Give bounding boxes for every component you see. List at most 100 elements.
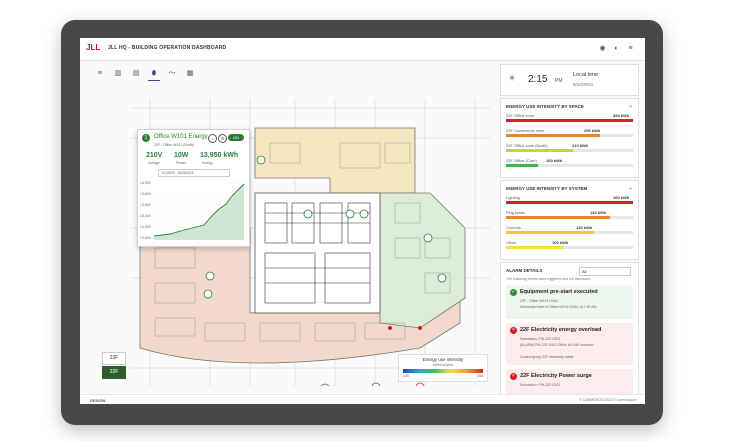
- local-time-label: Local time: [573, 72, 599, 78]
- alarm-filter-select[interactable]: All: [579, 267, 631, 276]
- alarm-line: Substation: PW-22F-0302: [520, 337, 561, 341]
- alarm-item[interactable]: × 22F Electricity Power surge Substation…: [506, 369, 633, 395]
- bar-value: 100 kWh: [552, 240, 569, 245]
- date-range-select[interactable]: 1/1/2023 - 9/20/2023: [158, 169, 230, 177]
- legend-min: 100: [403, 374, 409, 378]
- bar-label: Lighting: [506, 195, 521, 200]
- bar-fill: [506, 119, 633, 122]
- alarm-line: [ALARM] PW-22F-0302 Office W1 kW overloa…: [520, 343, 594, 347]
- y-tick: 14,000: [140, 181, 151, 185]
- pin-icon[interactable]: ◉: [598, 44, 607, 53]
- space-bar-row: 22F Office zone 394 kWh: [506, 113, 633, 123]
- chevron-down-icon[interactable]: ⌄: [628, 184, 633, 191]
- system-bar-row: Lighting 160 kWh: [506, 195, 633, 205]
- energy-label: Energy: [202, 161, 214, 165]
- local-date: 9/20/2023: [573, 82, 594, 87]
- app-header: JLL JLL HQ - BUILDING OPERATION DASHBOAR…: [80, 38, 645, 61]
- info-icon[interactable]: i: [208, 134, 217, 143]
- list-view-icon[interactable]: ≡: [94, 68, 106, 80]
- bar-label: Controls: [506, 225, 521, 230]
- y-tick: 13,200: [140, 225, 151, 229]
- local-time: 2:15: [528, 74, 548, 85]
- bar-fill: [506, 201, 633, 204]
- tooltip-title: Office W101 Energy: [154, 134, 208, 140]
- footer-copyright: © CAMMERON 2023 © Lorem ipsum: [579, 398, 637, 402]
- app-title: JLL HQ - BUILDING OPERATION DASHBOARD: [108, 45, 227, 51]
- voltage-value: 210V: [146, 152, 163, 159]
- alarm-line: Scheduled start of Office W101 HVAC at 7…: [520, 305, 597, 309]
- settings-icon[interactable]: ⚙: [218, 134, 227, 143]
- alarm-subtitle: The following events were triggered and …: [506, 277, 591, 281]
- app-footer: DESIGN © CAMMERON 2023 © Lorem ipsum: [80, 394, 645, 404]
- time-ampm: PM: [555, 78, 563, 84]
- energy-legend: Energy use intensity kWh/m2/year 100 400: [398, 354, 488, 382]
- chevron-down-icon[interactable]: ⌄: [628, 102, 633, 109]
- sun-icon: ☀: [508, 73, 517, 83]
- power-value: 10W: [174, 152, 189, 159]
- legend-subtitle: kWh/m2/year: [432, 363, 454, 367]
- location-pin-icon[interactable]: ⬮: [148, 68, 160, 81]
- bar-value: 100 kWh: [546, 158, 563, 163]
- bar-label: 22F Office zone: [506, 113, 535, 118]
- energy-value: 13,950 kWh: [200, 152, 239, 159]
- bar-fill: [506, 231, 594, 234]
- system-bar-row: Plug loads 142 kWh: [506, 210, 633, 220]
- card-title: ENERGY USE INTENSITY BY SYSTEM: [506, 186, 588, 191]
- bar-value: 142 kWh: [590, 210, 607, 215]
- bar-fill: [506, 216, 610, 219]
- energy-tooltip: 1 Office W101 Energy 22F / Office W101 (…: [137, 129, 250, 247]
- bar-label: 22F Conference zone: [506, 128, 545, 133]
- y-tick: 13,800: [140, 192, 151, 196]
- bar-fill: [506, 134, 600, 137]
- space-bar-row: 22F Office zone (North) 210 kWh: [506, 143, 633, 153]
- legend-max: 400: [477, 374, 483, 378]
- alarm-line: Control group 22F electricity meter: [520, 355, 574, 359]
- alarm-item[interactable]: × 22F Electricity energy overload Substa…: [506, 323, 633, 365]
- space-bar-row: 22F Office (Core) 100 kWh: [506, 158, 633, 168]
- alarm-title: Equipment pre-start executed: [520, 289, 598, 295]
- jll-logo: JLL: [86, 43, 101, 52]
- table-icon[interactable]: ▤: [130, 68, 142, 80]
- bar-label: 22F Office (Core): [506, 158, 537, 163]
- system-bar-row: Controls 120 kWh: [506, 225, 633, 235]
- card-title: ENERGY USE INTENSITY BY SPACE: [506, 104, 584, 109]
- power-label: Power: [176, 161, 186, 165]
- bar-label: 22F Office zone (North): [506, 143, 548, 148]
- alarm-line: 22F - Office W101 HVAC: [520, 299, 559, 303]
- bar-value: 290 kWh: [584, 128, 601, 133]
- line-chart-icon[interactable]: 〜: [166, 68, 178, 80]
- error-icon: ×: [510, 327, 517, 334]
- contrast-icon[interactable]: ◐: [612, 44, 621, 53]
- bar-value: 120 kWh: [576, 225, 593, 230]
- floor-23f-button[interactable]: 23F: [102, 352, 126, 365]
- power-toggle[interactable]: ON: [228, 134, 244, 141]
- legend-gradient: [403, 369, 483, 373]
- alarm-title: 22F Electricity Power surge: [520, 373, 592, 379]
- floor-22f-button[interactable]: 22F: [102, 366, 126, 379]
- y-tick: 13,000: [140, 236, 151, 240]
- menu-icon[interactable]: ≡: [626, 44, 635, 53]
- grid-icon[interactable]: ▦: [184, 68, 196, 80]
- energy-trend-chart: 14,000 13,800 13,600 13,400 13,200 13,00…: [140, 181, 245, 240]
- footer-left: DESIGN: [90, 398, 106, 403]
- bar-label: Plug loads: [506, 210, 525, 215]
- system-bar-row: Other 100 kWh: [506, 240, 633, 250]
- floor-selector: 23F 22F: [102, 352, 126, 380]
- y-tick: 13,400: [140, 214, 151, 218]
- bar-fill: [506, 149, 573, 152]
- card-title: ALARM DETAILS: [506, 268, 543, 273]
- local-time-card: ☀ 2:15 PM Local time 9/20/2023: [500, 64, 639, 96]
- bar-fill: [506, 164, 538, 167]
- bar-label: Other: [506, 240, 517, 245]
- alarm-line: Substation: PW-22F-0302: [520, 383, 561, 387]
- app-screen: JLL JLL HQ - BUILDING OPERATION DASHBOAR…: [80, 38, 645, 404]
- check-icon: ✓: [510, 289, 517, 296]
- y-tick: 13,600: [140, 203, 151, 207]
- energy-area: [154, 184, 244, 240]
- bar-chart-icon[interactable]: ▥: [112, 68, 124, 80]
- marker-number: 1: [142, 134, 150, 142]
- alarm-item[interactable]: ✓ Equipment pre-start executed 22F - Off…: [506, 285, 633, 319]
- bar-fill: [506, 246, 563, 249]
- space-intensity-card: ENERGY USE INTENSITY BY SPACE ⌄ 22F Offi…: [500, 98, 639, 178]
- error-icon: ×: [510, 373, 517, 380]
